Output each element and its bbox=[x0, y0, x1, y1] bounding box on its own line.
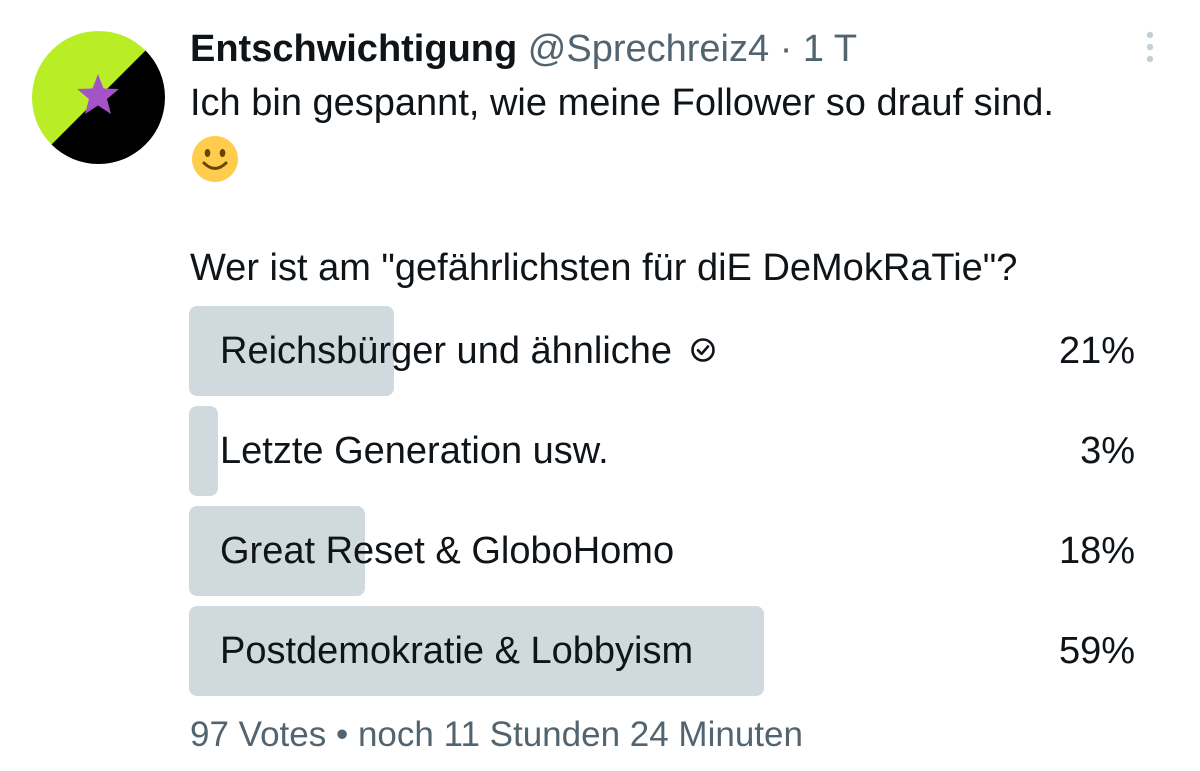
poll-option-percent: 18% bbox=[1058, 530, 1135, 572]
poll-option-label: Postdemokratie & Lobbyism bbox=[220, 630, 694, 672]
avatar-image bbox=[32, 31, 165, 164]
footer-separator: • bbox=[335, 715, 349, 754]
poll-question: Wer ist am "gefährlichsten für diE DeMok… bbox=[190, 247, 1018, 289]
smiley-face-icon bbox=[190, 134, 240, 184]
poll-option-label: Letzte Generation usw. bbox=[220, 430, 609, 472]
vote-count: 97 Votes bbox=[190, 715, 327, 754]
poll-option[interactable]: Postdemokratie & Lobbyism 59% bbox=[189, 606, 1138, 696]
tweet-header: Entschwichtigung @Sprechreiz4 · 1 T bbox=[190, 26, 857, 72]
header-separator: · bbox=[779, 28, 793, 70]
avatar[interactable] bbox=[32, 31, 165, 164]
tweet-timestamp[interactable]: 1 T bbox=[803, 28, 857, 70]
more-options-button[interactable] bbox=[1138, 28, 1162, 66]
poll-option[interactable]: Great Reset & GloboHomo 18% bbox=[189, 506, 1138, 596]
poll-option-percent: 3% bbox=[1080, 430, 1135, 472]
poll-option[interactable]: Reichsbürger und ähnliche 21% bbox=[189, 306, 1138, 396]
display-name[interactable]: Entschwichtigung bbox=[190, 28, 517, 70]
poll-result-bar bbox=[189, 406, 218, 496]
tweet-text-line1: Ich bin gespannt, wie meine Follower so … bbox=[190, 82, 1054, 124]
check-circle-icon bbox=[690, 337, 716, 363]
poll-footer: 97 Votes • noch 11 Stunden 24 Minuten bbox=[190, 713, 803, 757]
user-handle[interactable]: @Sprechreiz4 bbox=[528, 28, 769, 70]
poll-option-percent: 59% bbox=[1058, 630, 1135, 672]
poll-option-label: Great Reset & GloboHomo bbox=[220, 530, 675, 572]
poll-option-label: Reichsbürger und ähnliche bbox=[220, 306, 716, 396]
poll-option[interactable]: Letzte Generation usw. 3% bbox=[189, 406, 1138, 496]
more-vertical-icon bbox=[1146, 31, 1154, 63]
poll-option-percent: 21% bbox=[1058, 330, 1135, 372]
poll-option-text: Reichsbürger und ähnliche bbox=[220, 330, 673, 372]
time-remaining: noch 11 Stunden 24 Minuten bbox=[357, 715, 803, 754]
